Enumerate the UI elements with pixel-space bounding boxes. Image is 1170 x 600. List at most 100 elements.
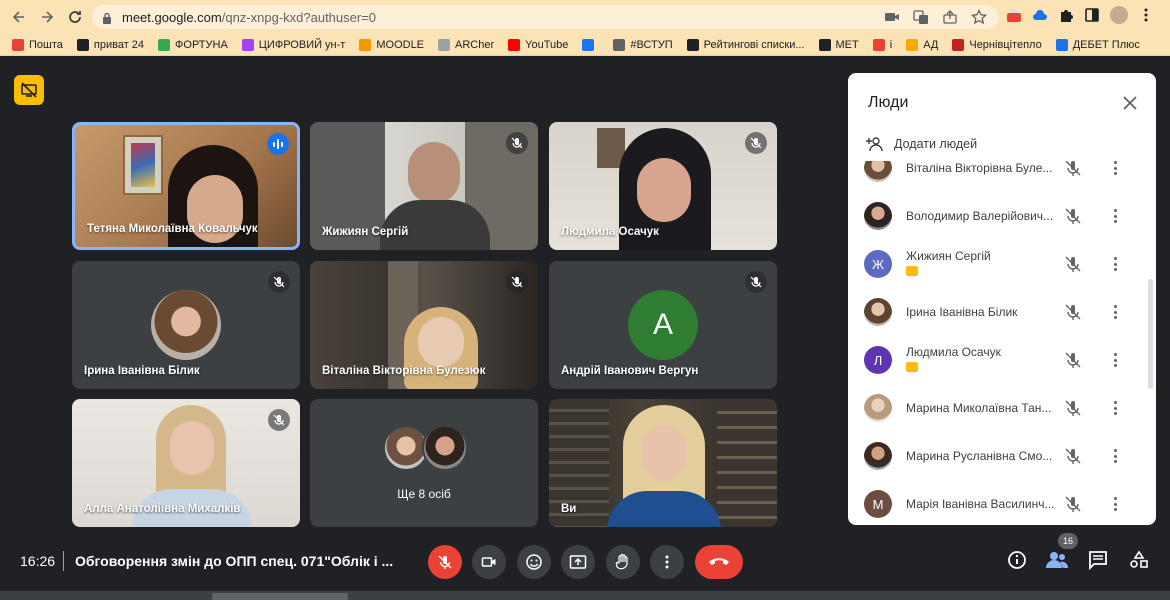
participant-more-icon[interactable]	[1110, 399, 1120, 417]
video-tile-6[interactable]: A Андрій Іванович Вергун	[549, 261, 777, 389]
people-button[interactable]	[1044, 547, 1070, 573]
wall-painting	[123, 135, 163, 195]
bookmark-item[interactable]: ДЕБЕТ Плюс	[1055, 38, 1140, 51]
bookmark-item[interactable]: МЕТ	[818, 38, 859, 51]
muted-indicator	[506, 271, 528, 293]
participant-more-icon[interactable]	[1110, 161, 1120, 177]
cloud-icon[interactable]	[1032, 7, 1048, 23]
mic-off-icon	[273, 414, 285, 426]
profile-avatar[interactable]	[1110, 6, 1128, 24]
bookmark-item[interactable]: і	[872, 38, 892, 51]
bookmark-item[interactable]: ЦИФРОВИЙ ун-т	[241, 38, 346, 51]
add-people-button[interactable]: Додати людей	[866, 136, 977, 152]
participant-more-icon[interactable]	[1110, 207, 1120, 225]
person-face	[641, 425, 687, 481]
bookmark-label: АД	[923, 38, 939, 51]
reactions-button[interactable]	[517, 545, 551, 579]
presentation-off-icon	[21, 82, 37, 98]
meeting-info-button[interactable]	[1004, 547, 1030, 573]
participant-row[interactable]: Віталіна Вікторівна Буле...	[848, 161, 1144, 192]
bookmark-label: приват 24	[93, 38, 145, 51]
participant-avatar: Ж	[864, 250, 892, 278]
participant-row[interactable]: М Марія Іванівна Василинч...	[848, 480, 1144, 525]
activities-button[interactable]	[1126, 547, 1152, 573]
presenting-icon	[906, 266, 918, 276]
chat-button[interactable]	[1085, 547, 1111, 573]
translate-icon[interactable]	[913, 9, 929, 25]
forward-button[interactable]	[34, 4, 60, 30]
bookmark-item[interactable]: #ВСТУП	[613, 38, 673, 51]
leave-call-button[interactable]	[695, 545, 743, 579]
tile-name: Андрій Іванович Вергун	[561, 365, 699, 377]
more-options-button[interactable]	[650, 545, 684, 579]
video-tile-7[interactable]: Алла Анатоліївна Михалків	[72, 399, 300, 527]
back-button[interactable]	[6, 4, 32, 30]
mic-toggle-button[interactable]	[428, 545, 462, 579]
tile-name: Жижиян Сергій	[322, 226, 409, 238]
panel-title: Люди	[868, 94, 909, 111]
meet-stage: Тетяна Миколаївна Ковальчук Жижиян Сергі…	[0, 57, 1170, 600]
bookmark-item[interactable]: приват 24	[76, 38, 145, 51]
kebab-menu-icon[interactable]	[1138, 7, 1154, 23]
participant-more-icon[interactable]	[1110, 447, 1120, 465]
bookshelf-left	[549, 399, 609, 527]
video-tile-4[interactable]: Ірина Іванівна Білик	[72, 261, 300, 389]
bookmark-item[interactable]: YouTube	[508, 38, 568, 51]
muted-indicator	[745, 132, 767, 154]
person-face-front	[418, 317, 464, 367]
bookmark-item[interactable]: ФОРТУНА	[158, 38, 228, 51]
bookmark-favicon-icon	[12, 38, 24, 51]
bookmark-item[interactable]: MOODLE	[359, 38, 425, 51]
participant-row[interactable]: Л Людмила Осачук	[848, 336, 1144, 384]
participant-row[interactable]: Ж Жижиян Сергій	[848, 240, 1144, 288]
self-tile[interactable]: Ви	[549, 399, 777, 527]
bookmark-favicon-icon	[906, 38, 919, 51]
mic-off-icon	[1065, 400, 1081, 416]
share-icon[interactable]	[942, 9, 958, 25]
bookmark-item[interactable]: Рейтингові списки...	[686, 38, 805, 51]
bookmark-item[interactable]: Чернівцітепло	[952, 38, 1042, 51]
puzzle-icon[interactable]	[1058, 7, 1074, 23]
participant-row[interactable]: Володимир Валерійович...	[848, 192, 1144, 240]
others-tile[interactable]: Ще 8 осіб	[310, 399, 538, 527]
video-tile-5[interactable]: Віталіна Вікторівна Булезюк	[310, 261, 538, 389]
participant-more-icon[interactable]	[1110, 303, 1120, 321]
bookmark-label: ЦИФРОВИЙ ун-т	[258, 38, 346, 51]
bookmark-label: #ВСТУП	[630, 38, 673, 51]
participant-more-icon[interactable]	[1110, 495, 1120, 513]
participant-name: Марина Миколаївна Тан...	[906, 401, 1052, 415]
taskbar-item[interactable]	[212, 593, 348, 600]
present-screen-button[interactable]	[561, 545, 595, 579]
presenting-icon	[906, 362, 918, 372]
extension-red-icon[interactable]	[1006, 7, 1022, 23]
bookmark-favicon-icon	[241, 38, 254, 51]
star-icon[interactable]	[970, 8, 988, 25]
panel-scrollbar[interactable]	[1148, 279, 1153, 389]
video-tile-3[interactable]: Людмила Осачук	[549, 122, 777, 250]
person-face	[637, 158, 691, 222]
participant-row[interactable]: Ірина Іванівна Білик	[848, 288, 1144, 336]
raise-hand-button[interactable]	[606, 545, 640, 579]
bookmark-item[interactable]: Пошта	[12, 38, 63, 51]
mic-off-icon	[1065, 448, 1081, 464]
sidepanel-icon[interactable]	[1084, 7, 1100, 23]
participant-row[interactable]: Марина Миколаївна Тан...	[848, 384, 1144, 432]
camera-icon[interactable]	[884, 9, 900, 25]
bookmark-item[interactable]: АД	[906, 38, 939, 51]
bookmark-item[interactable]	[582, 38, 599, 51]
presentation-badge[interactable]	[14, 75, 44, 105]
participant-more-icon[interactable]	[1110, 351, 1120, 369]
bookmark-item[interactable]: ARCher	[438, 38, 494, 51]
close-panel-button[interactable]	[1118, 91, 1142, 115]
bookmark-label: MOODLE	[376, 38, 425, 51]
others-avatar-2	[422, 425, 468, 471]
bookmarks-bar: Пошта приват 24 ФОРТУНА ЦИФРОВИЙ ун-т MOODLE…	[0, 34, 1170, 56]
address-bar[interactable]: meet.google.com/qnz-xnpg-kxd?authuser=0	[92, 5, 999, 29]
video-tile-2[interactable]: Жижиян Сергій	[310, 122, 538, 250]
reload-button[interactable]	[62, 4, 88, 30]
video-tile-1[interactable]: Тетяна Миколаївна Ковальчук	[72, 122, 300, 250]
participant-more-icon[interactable]	[1110, 255, 1120, 273]
camera-toggle-button[interactable]	[472, 545, 506, 579]
tile-name: Тетяна Миколаївна Ковальчук	[87, 223, 258, 235]
participant-row[interactable]: Марина Русланівна Смо...	[848, 432, 1144, 480]
